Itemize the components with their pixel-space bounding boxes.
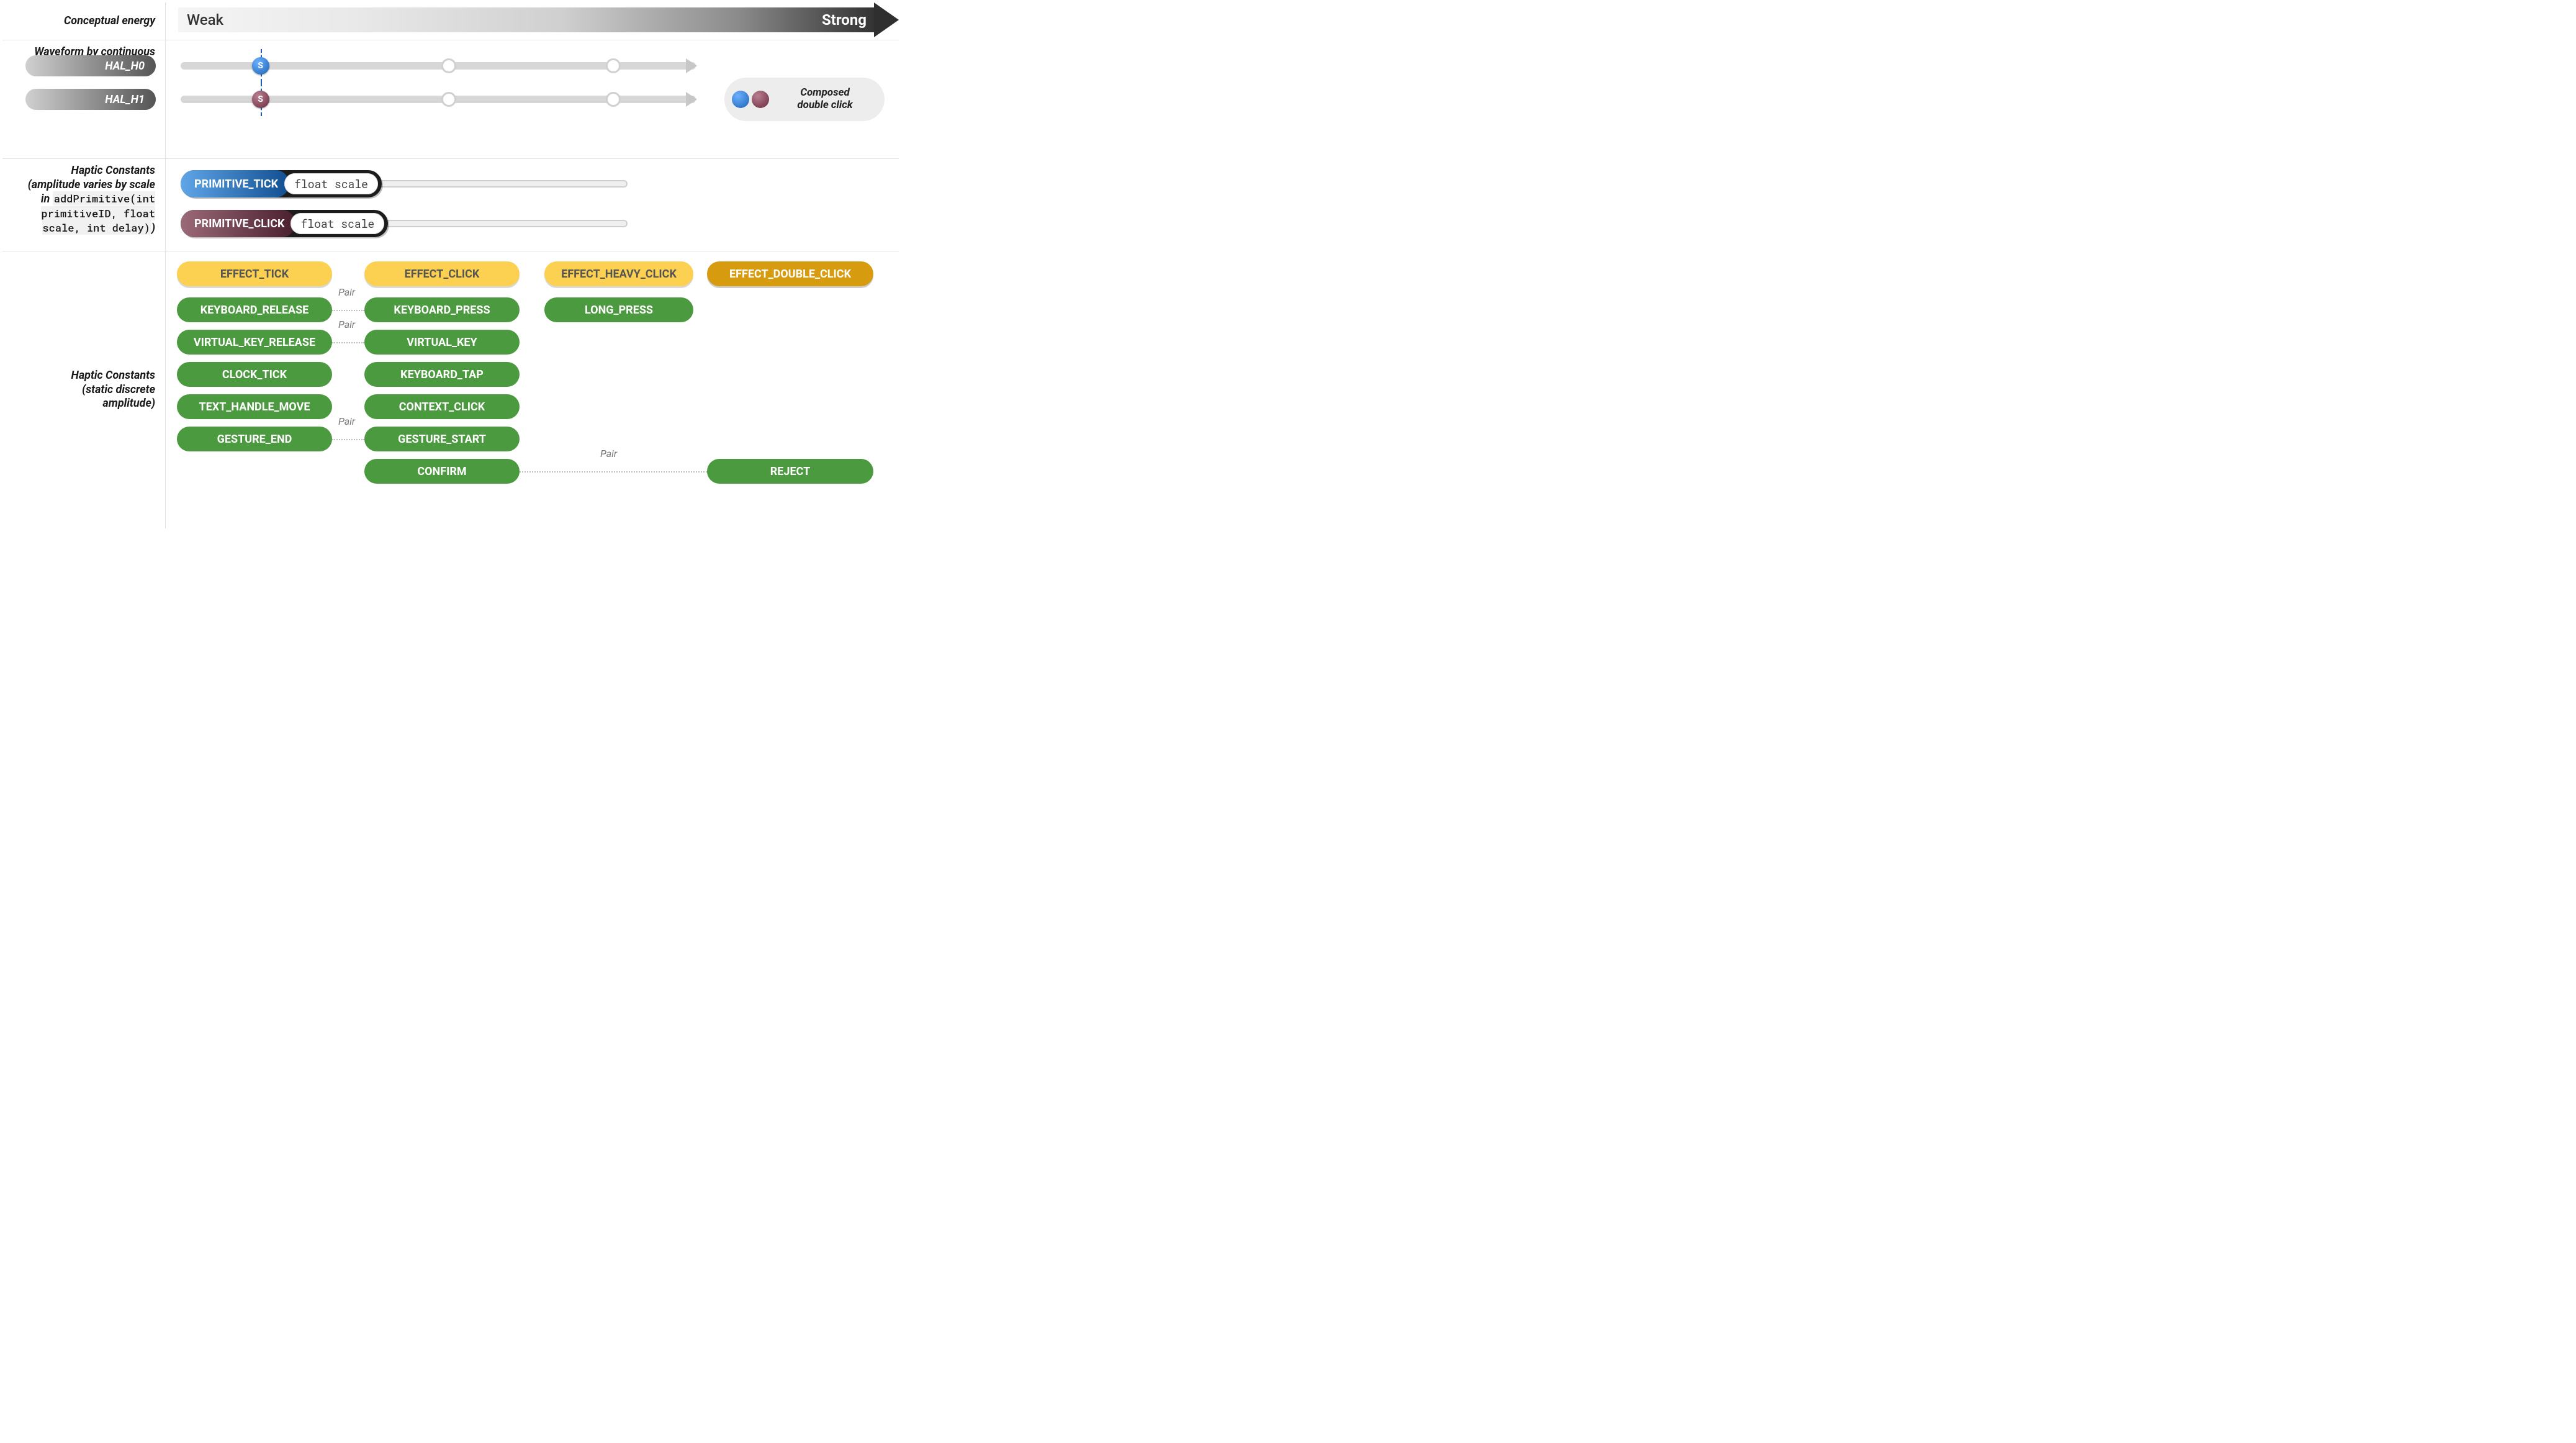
arrowhead-icon	[686, 92, 697, 107]
hal-h1-stop-right	[606, 92, 621, 107]
energy-gradient-arrow: Weak Strong	[178, 7, 899, 32]
pair-connector-line	[332, 439, 364, 440]
dot-maroon-icon	[752, 91, 769, 108]
chip-gesture-end: GESTURE_END	[177, 427, 332, 451]
primitive-tick-row: PRIMITIVE_TICK float scale	[181, 170, 628, 197]
pair-connector-line	[332, 310, 364, 311]
hal-h0-pill: HAL_H0	[25, 55, 156, 76]
hal-h1-s-marker: S	[252, 91, 269, 108]
chip-gesture-start: GESTURE_START	[364, 427, 520, 451]
primitive-click-pill: PRIMITIVE_CLICK	[181, 210, 295, 237]
chip-confirm: CONFIRM	[364, 459, 520, 484]
chip-effect-heavy-click: EFFECT_HEAVY_CLICK	[544, 261, 693, 286]
hal-h0-s-marker: S	[252, 57, 269, 75]
hal-h1-stop-mid	[441, 92, 456, 107]
energy-strong-label: Strong	[822, 11, 867, 29]
arrowhead-icon	[686, 58, 697, 73]
chip-effect-click: EFFECT_CLICK	[364, 261, 520, 286]
chip-keyboard-release: KEYBOARD_RELEASE	[177, 297, 332, 322]
pair-label-vk: Pair	[338, 319, 355, 330]
arrowhead-icon	[874, 2, 899, 37]
chip-clock-tick: CLOCK_TICK	[177, 362, 332, 387]
hal-h1-pill: HAL_H1	[25, 89, 156, 110]
chip-context-click: CONTEXT_CLICK	[364, 394, 520, 419]
primitive-click-scale: float scale	[290, 213, 384, 234]
hal-h0-track: S	[181, 55, 696, 76]
energy-weak-label: Weak	[187, 11, 223, 29]
chip-effect-tick: EFFECT_TICK	[177, 261, 332, 286]
hal-h0-stop-right	[606, 58, 621, 73]
chip-effect-double-click: EFFECT_DOUBLE_CLICK	[707, 261, 873, 286]
hal-h1-track: S	[181, 89, 696, 110]
primitive-click-row: PRIMITIVE_CLICK float scale	[181, 210, 628, 237]
pair-connector-line	[520, 471, 707, 473]
chip-reject: REJECT	[707, 459, 873, 484]
chip-keyboard-tap: KEYBOARD_TAP	[364, 362, 520, 387]
label-conceptual-energy: Conceptual energy	[2, 2, 165, 40]
dot-blue-icon	[732, 91, 749, 108]
composed-double-click-badge: Composed double click	[724, 78, 885, 121]
pair-label-kb: Pair	[338, 286, 355, 298]
chip-virtual-key: VIRTUAL_KEY	[364, 330, 520, 355]
primitive-tick-scale: float scale	[284, 173, 378, 194]
chip-long-press: LONG_PRESS	[544, 297, 693, 322]
pair-label-gesture: Pair	[338, 415, 355, 427]
pair-connector-line	[332, 342, 364, 343]
code-add-primitive: addPrimitive(int primitiveID, float scal…	[41, 191, 155, 235]
chip-virtual-key-release: VIRTUAL_KEY_RELEASE	[177, 330, 332, 355]
primitive-tick-pill: PRIMITIVE_TICK	[181, 170, 289, 197]
label-haptic-constants-scaled: Haptic Constants (amplitude varies by sc…	[2, 159, 165, 251]
chip-text-handle-move: TEXT_HANDLE_MOVE	[177, 394, 332, 419]
label-haptic-constants-static: Haptic Constants (static discrete amplit…	[2, 251, 165, 528]
chip-keyboard-press: KEYBOARD_PRESS	[364, 297, 520, 322]
hal-h0-stop-mid	[441, 58, 456, 73]
pair-label-confirm-reject: Pair	[600, 448, 617, 459]
